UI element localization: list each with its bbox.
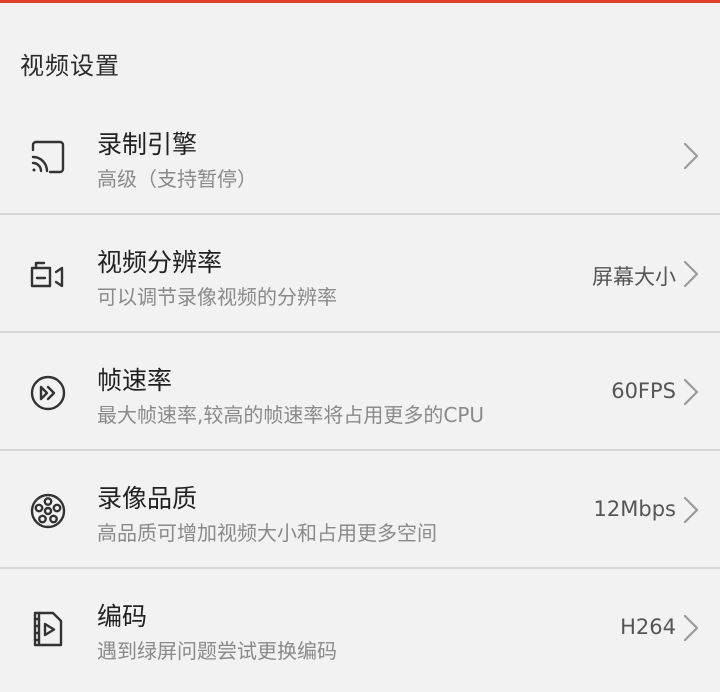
setting-value: H264 [620,615,676,639]
setting-encoding[interactable]: 编码 遇到绿屏问题尝试更换编码 H264 [0,569,720,687]
setting-title: 视频分辨率 [97,248,223,277]
setting-frame-rate[interactable]: 帧速率 最大帧速率,较高的帧速率将占用更多的CPU 60FPS [0,333,720,451]
setting-subtitle: 高品质可增加视频大小和占用更多空间 [97,521,437,545]
section-title: 视频设置 [20,52,120,80]
chevron-right-icon [680,141,702,171]
setting-title: 编码 [97,602,148,631]
chevron-right-icon [680,613,702,643]
setting-video-resolution[interactable]: 视频分辨率 可以调节录像视频的分辨率 屏幕大小 [0,215,720,333]
cast-icon [28,137,68,177]
top-accent-bar [0,0,720,3]
setting-value: 60FPS [611,379,676,403]
chevron-right-icon [680,259,702,289]
setting-title: 帧速率 [97,366,173,395]
resolution-icon [28,255,68,295]
chevron-right-icon [680,495,702,525]
setting-subtitle: 高级（支持暂停） [97,167,257,191]
setting-video-quality[interactable]: 录像品质 高品质可增加视频大小和占用更多空间 12Mbps [0,451,720,569]
film-reel-icon [28,491,68,531]
setting-value: 12Mbps [593,497,676,521]
setting-subtitle: 可以调节录像视频的分辨率 [97,285,337,309]
chevron-right-icon [680,377,702,407]
fast-forward-icon [28,373,68,413]
setting-recording-engine[interactable]: 录制引擎 高级（支持暂停） [0,97,720,215]
setting-subtitle: 最大帧速率,较高的帧速率将占用更多的CPU [97,403,485,427]
setting-subtitle: 遇到绿屏问题尝试更换编码 [97,639,337,663]
video-file-icon [28,609,68,649]
setting-title: 录像品质 [97,484,198,513]
setting-value: 屏幕大小 [592,265,676,289]
settings-list: 录制引擎 高级（支持暂停） 视频分辨率 可以调节录像视频的分辨率 屏幕大小 帧速… [0,97,720,687]
setting-title: 录制引擎 [97,130,198,159]
